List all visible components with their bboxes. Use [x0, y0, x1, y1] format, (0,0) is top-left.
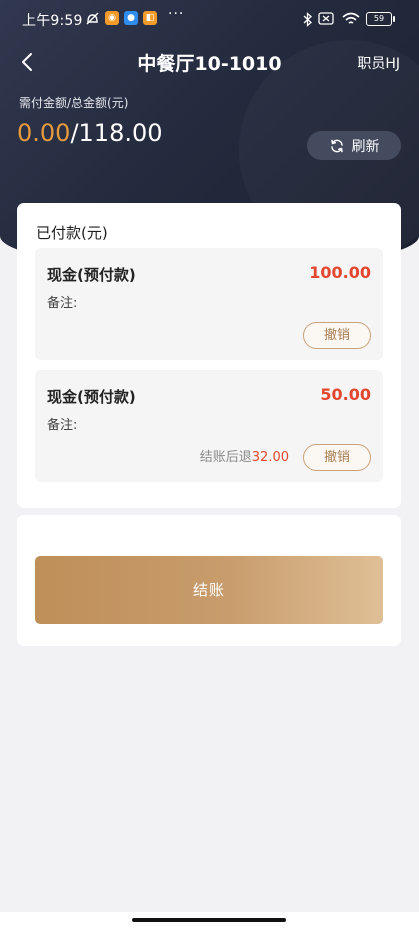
- cancel-payment-button[interactable]: 撤销: [303, 322, 371, 349]
- checkout-card: 结账: [17, 515, 401, 646]
- refund-amount: 32.00: [251, 450, 289, 465]
- payment-method: 现金(预付款): [47, 266, 136, 284]
- refresh-button[interactable]: 刷新: [307, 131, 401, 160]
- payment-item: 现金(预付款) 100.00 备注: 撤销: [35, 248, 383, 360]
- refresh-icon: [330, 139, 343, 152]
- message-notification-icon: ●: [124, 11, 138, 25]
- no-sim-icon: [318, 12, 334, 25]
- payment-amount: 50.00: [320, 385, 371, 404]
- status-time: 上午9:59: [22, 13, 83, 29]
- refund-label: 结账后退: [199, 450, 252, 465]
- payment-remark-label: 备注:: [47, 296, 78, 311]
- refund-note: 结账后退32.00: [200, 446, 289, 465]
- cancel-payment-button[interactable]: 撤销: [303, 444, 371, 471]
- staff-user-label[interactable]: 职员HJ: [357, 53, 400, 73]
- payment-item: 现金(预付款) 50.00 备注: 结账后退32.00 撤销: [35, 370, 383, 482]
- phone-app-icon: ◧: [143, 11, 157, 25]
- mute-alarm-icon: [86, 12, 99, 25]
- home-indicator[interactable]: [132, 918, 286, 922]
- total-amount: 118.00: [78, 119, 163, 147]
- due-amount: 0.00: [17, 119, 71, 147]
- bluetooth-icon: [303, 12, 312, 27]
- amount-separator: /: [70, 119, 79, 147]
- wifi-icon: [342, 12, 360, 24]
- paid-payments-card: 已付款(元) 现金(预付款) 100.00 备注: 撤销 现金(预付款) 50.…: [17, 203, 401, 508]
- checkout-button[interactable]: 结账: [35, 556, 383, 624]
- amount-summary: 0.00/118.00: [17, 119, 163, 147]
- paid-section-title: 已付款(元): [36, 224, 108, 242]
- refresh-label: 刷新: [351, 138, 380, 155]
- app-notification-icon: ◉: [105, 11, 119, 25]
- payment-method: 现金(预付款): [47, 388, 136, 406]
- more-notifications-icon: ···: [168, 6, 185, 22]
- battery-icon: 59: [366, 12, 395, 26]
- payment-amount: 100.00: [309, 263, 371, 282]
- status-bar: 上午9:59 ◉ ● ◧ ··· 59: [0, 0, 419, 38]
- payment-remark-label: 备注:: [47, 418, 78, 433]
- amount-label: 需付金额/总金额(元): [19, 96, 129, 110]
- page-title: 中餐厅10-1010: [137, 53, 282, 75]
